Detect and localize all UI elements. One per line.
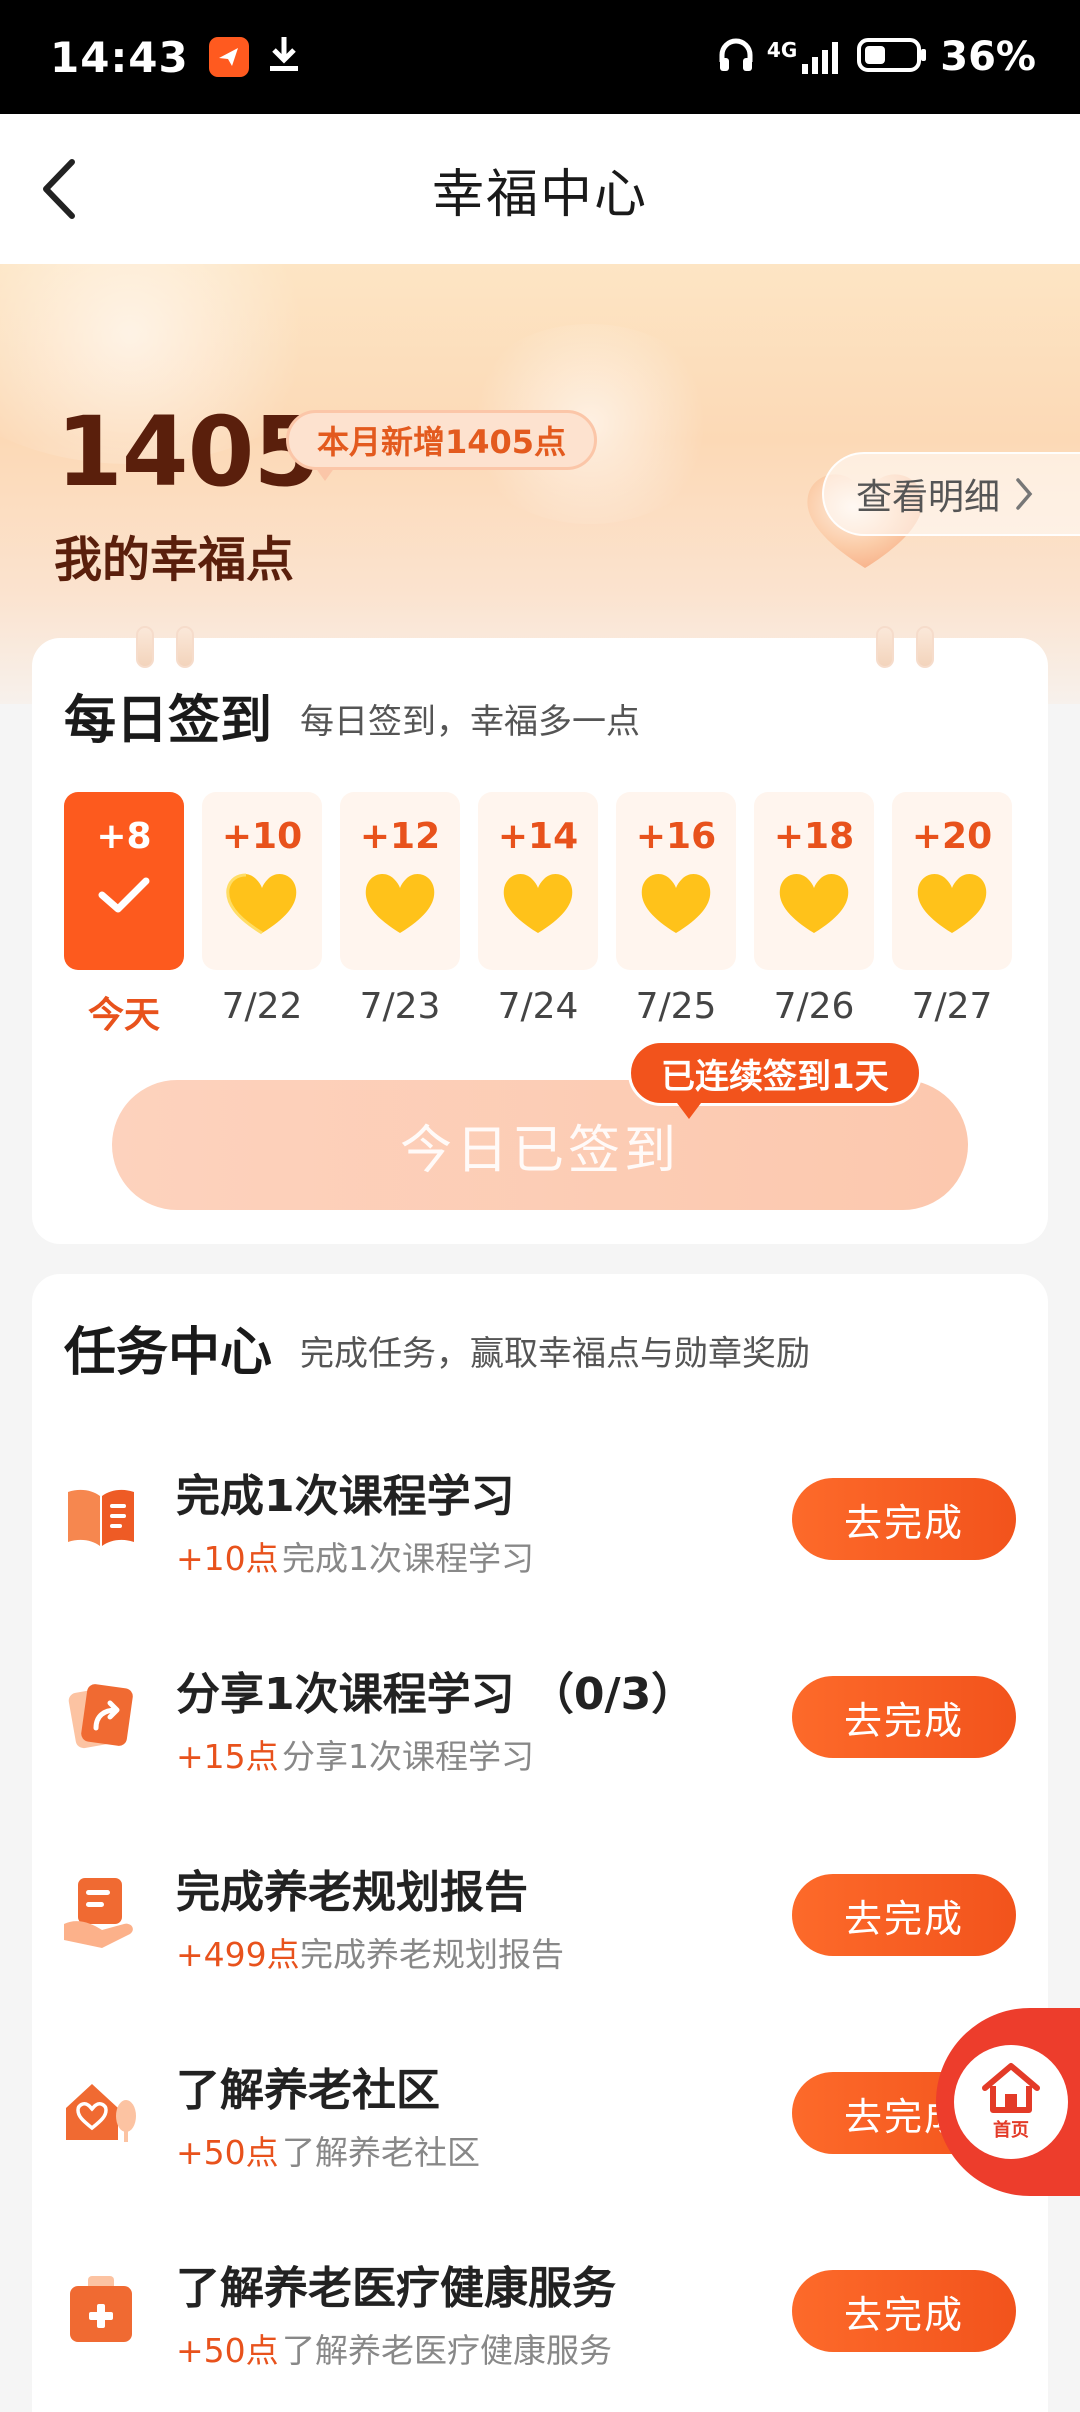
day-label: 7/24	[497, 986, 579, 1027]
view-details-label: 查看明细	[856, 477, 1001, 518]
app-notification-icon	[208, 37, 249, 77]
task-points: +50点	[176, 2133, 279, 2172]
streak-badge: 已连续签到1天	[628, 1040, 922, 1119]
task-description: 完成养老规划报告	[300, 1935, 564, 1974]
headphones-icon	[717, 36, 755, 78]
card-ring-decoration	[876, 626, 894, 668]
points-label: 我的幸福点	[54, 532, 295, 588]
chevron-right-icon	[1016, 478, 1033, 510]
status-bar: 14:43 4G 36%	[0, 0, 1080, 114]
day-points: +12	[359, 816, 441, 857]
day-points: +14	[497, 816, 579, 857]
day-label: 7/22	[221, 986, 303, 1027]
checkin-day: +18	[754, 792, 874, 970]
monthly-points-badge: 本月新增1405点	[286, 410, 598, 481]
task-row: 了解养老社区 +50点 了解养老社区 去完成	[32, 2038, 1048, 2188]
checkin-subtitle: 每日签到，幸福多一点	[300, 702, 640, 742]
day-label-today: 今天	[87, 995, 160, 1036]
task-description: 了解养老医疗健康服务	[282, 2331, 612, 2370]
checkmark-icon	[98, 877, 150, 913]
checkin-day: +14	[478, 792, 598, 970]
task-row: 完成1次课程学习 +10点 完成1次课程学习 去完成	[32, 1444, 1048, 1594]
view-details-button[interactable]: 查看明细	[822, 452, 1080, 536]
card-ring-decoration	[136, 626, 154, 668]
checkin-day: +12	[340, 792, 460, 970]
task-points: +50点	[176, 2331, 279, 2370]
heart-icon	[365, 874, 435, 933]
community-icon	[66, 2084, 136, 2142]
tasks-subtitle: 完成任务，赢取幸福点与勋章奖励	[300, 1334, 810, 1374]
task-title: 了解养老社区	[176, 2065, 440, 2116]
points-value: 1405	[56, 396, 320, 508]
task-points: +10点	[176, 1539, 279, 1578]
checkin-title: 每日签到	[64, 691, 273, 751]
day-points: +18	[773, 816, 855, 857]
chevron-left-icon	[43, 159, 75, 219]
battery-percent: 36%	[940, 34, 1036, 80]
heart-icon	[503, 874, 573, 933]
checkin-day: +20	[892, 792, 1012, 970]
task-row: 完成养老规划报告 +499点 完成养老规划报告 去完成	[32, 1840, 1048, 1990]
home-icon	[982, 2063, 1040, 2113]
day-label: 7/27	[911, 986, 993, 1027]
day-label: 7/26	[773, 986, 855, 1027]
card-ring-decoration	[176, 626, 194, 668]
card-ring-decoration	[916, 626, 934, 668]
heart-icon	[226, 873, 297, 935]
book-icon	[68, 1489, 134, 1546]
share-icon	[68, 1684, 133, 1749]
home-button-inner: 首页	[954, 2045, 1068, 2159]
task-points: +15点	[176, 1737, 279, 1776]
checkin-day: +16	[616, 792, 736, 970]
daily-checkin-card: 每日签到 每日签到，幸福多一点 +8 +10 +12 +14 +16 +18 +…	[32, 626, 1048, 1244]
task-title: 完成1次课程学习	[176, 1471, 515, 1522]
task-title: 分享1次课程学习 （0/3）	[176, 1669, 696, 1720]
task-title: 了解养老医疗健康服务	[176, 2263, 616, 2314]
day-label: 7/23	[359, 986, 441, 1027]
medical-kit-icon	[70, 2276, 132, 2342]
day-points: +8	[96, 816, 152, 857]
heart-icon	[641, 874, 711, 933]
task-description: 完成1次课程学习	[282, 1539, 534, 1578]
task-center-card: 任务中心 完成任务，赢取幸福点与勋章奖励 完成1次课程学习 +10点 完成1次课…	[32, 1274, 1048, 2412]
battery-icon	[856, 36, 928, 78]
network-type: 4G	[766, 38, 798, 62]
signal-icon: 4G	[767, 38, 844, 76]
day-points: +20	[911, 816, 993, 857]
tasks-title: 任务中心	[64, 1323, 273, 1383]
page-title: 幸福中心	[431, 164, 648, 225]
day-label: 7/25	[635, 986, 717, 1027]
nav-bar: 幸福中心	[0, 114, 1080, 264]
home-label: 首页	[993, 2120, 1029, 2141]
checkin-day: +10	[202, 792, 322, 970]
heart-icon	[779, 874, 849, 933]
download-icon	[267, 35, 301, 80]
checkin-day-today: +8	[64, 792, 184, 970]
day-points: +10	[221, 816, 303, 857]
heart-icon	[917, 874, 987, 933]
go-complete-button[interactable]: 去完成	[792, 1676, 1016, 1758]
task-title: 完成养老规划报告	[176, 1867, 528, 1918]
day-points: +16	[635, 816, 717, 857]
task-row: 了解养老医疗健康服务 +50点 了解养老医疗健康服务 去完成	[32, 2236, 1048, 2386]
task-row: 分享1次课程学习 （0/3） +15点 分享1次课程学习 去完成	[32, 1642, 1048, 1792]
status-time: 14:43	[50, 32, 189, 82]
status-right: 4G 36%	[717, 34, 1036, 80]
go-complete-button[interactable]: 去完成	[792, 2270, 1016, 2352]
go-complete-button[interactable]: 去完成	[792, 1478, 1016, 1560]
go-complete-button[interactable]: 去完成	[792, 1874, 1016, 1956]
task-description: 了解养老社区	[282, 2133, 480, 2172]
report-icon	[64, 1878, 133, 1948]
task-description: 分享1次课程学习	[282, 1737, 534, 1776]
task-points: +499点	[176, 1935, 300, 1974]
back-button[interactable]	[26, 154, 90, 224]
